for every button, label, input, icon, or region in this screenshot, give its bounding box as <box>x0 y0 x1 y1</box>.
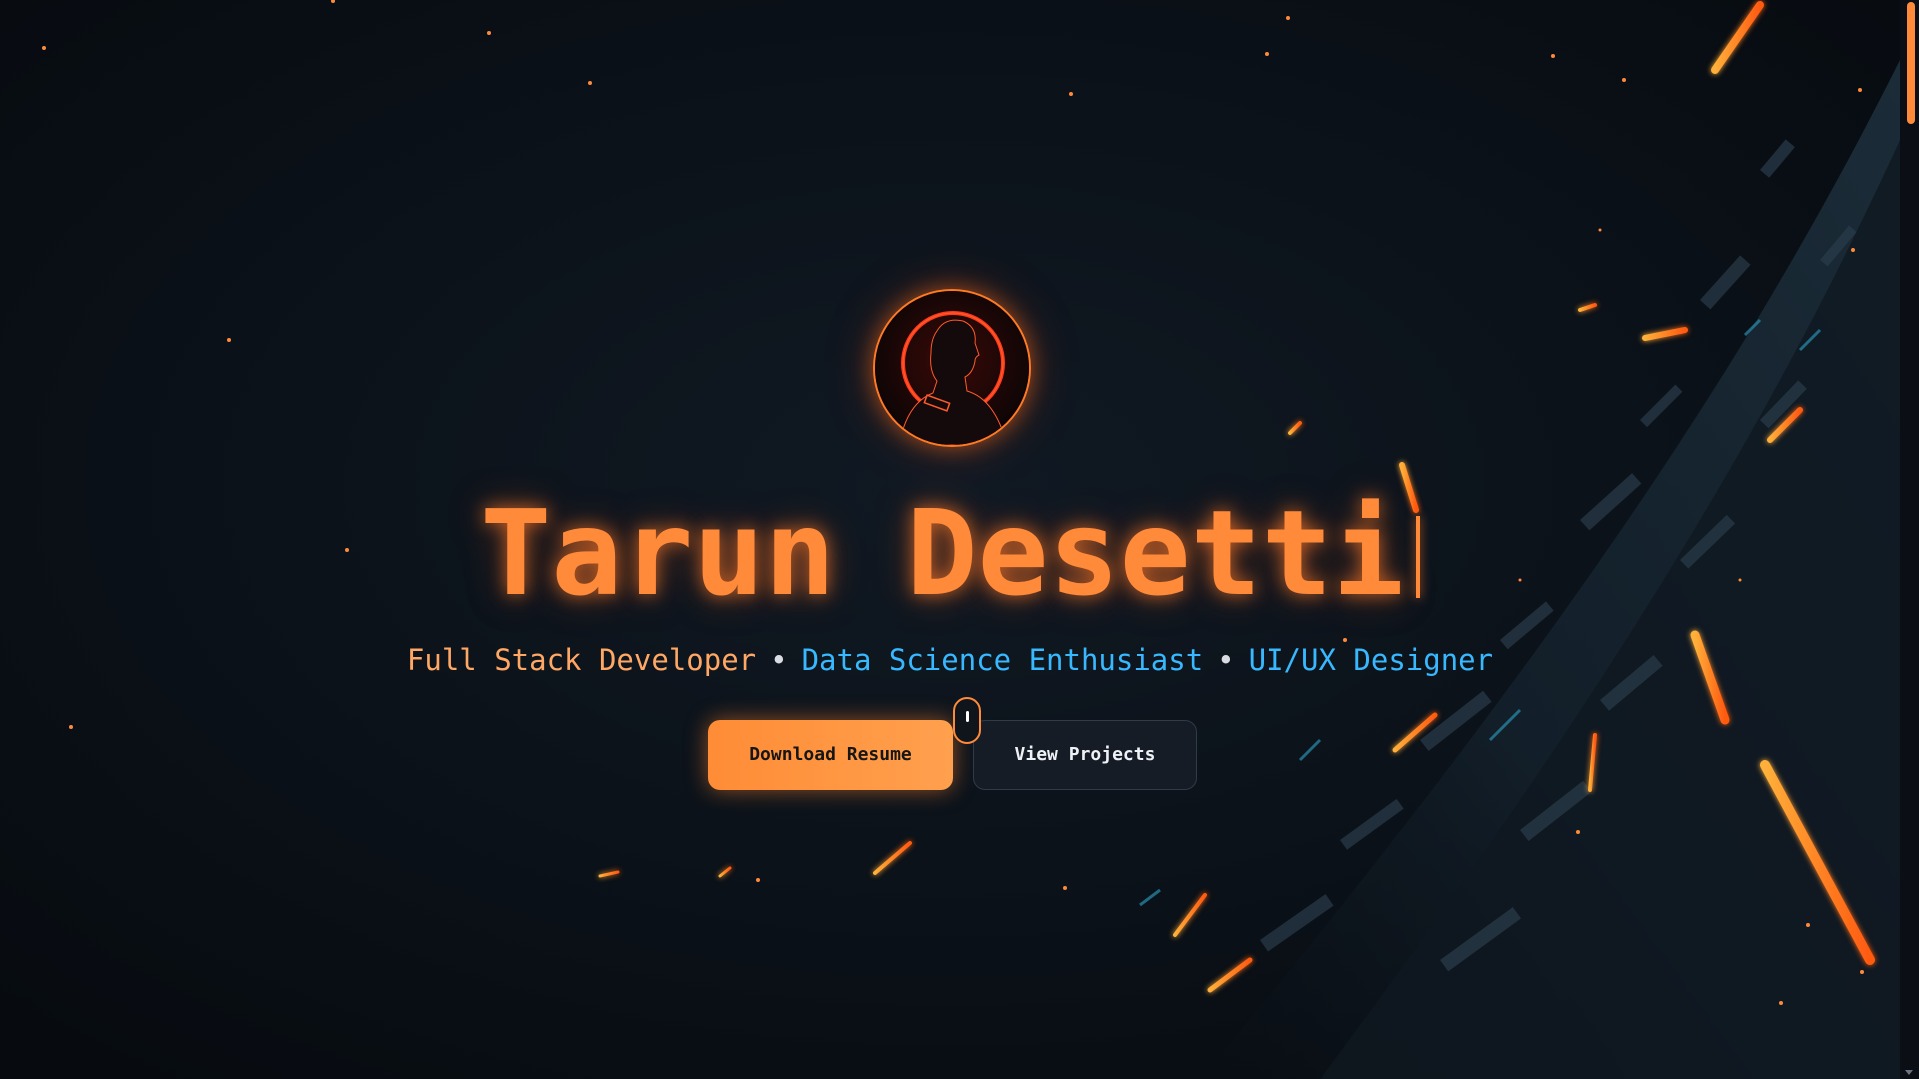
view-projects-button[interactable]: View Projects <box>973 720 1197 790</box>
mouse-scroll-icon[interactable] <box>953 697 981 744</box>
hero-name-text: Tarun Desetti <box>480 484 1404 622</box>
role-separator: • <box>1217 643 1235 677</box>
hero-name-heading: Tarun Desetti <box>0 488 1900 618</box>
mouse-wheel <box>966 711 969 722</box>
role-data-science: Data Science Enthusiast <box>801 643 1204 677</box>
profile-avatar-icon <box>873 289 1031 447</box>
scrollbar-thumb[interactable] <box>1907 2 1915 124</box>
hero-section: Tarun Desetti Full Stack Developer • Data … <box>0 0 1900 1079</box>
role-ui-ux: UI/UX Designer <box>1248 643 1494 677</box>
scroll-down-arrow-icon[interactable] <box>1905 1070 1913 1075</box>
role-full-stack: Full Stack Developer <box>406 643 757 677</box>
typing-cursor <box>1415 516 1420 598</box>
download-resume-button[interactable]: Download Resume <box>708 720 953 790</box>
roles-line: Full Stack Developer • Data Science Enthus… <box>0 640 1900 680</box>
role-separator: • <box>770 643 788 677</box>
page-scrollbar[interactable] <box>1900 0 1919 1079</box>
